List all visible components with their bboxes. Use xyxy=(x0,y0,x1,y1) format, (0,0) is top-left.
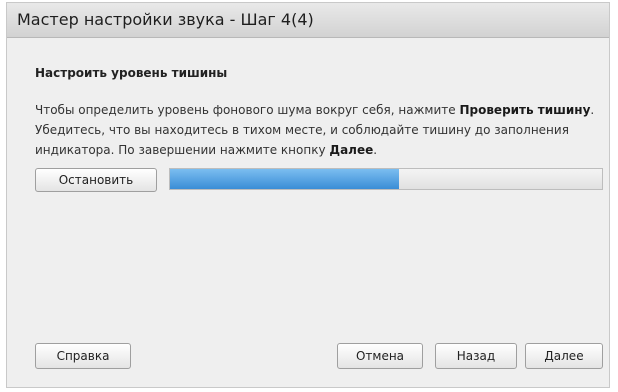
next-button[interactable]: Далее xyxy=(525,343,603,369)
sound-setup-dialog: Мастер настройки звука - Шаг 4(4) Настро… xyxy=(6,2,610,388)
instructions-part-1: Чтобы определить уровень фонового шума в… xyxy=(35,103,460,117)
back-button[interactable]: Назад xyxy=(435,343,517,369)
progress-fill xyxy=(170,169,399,189)
stop-button[interactable]: Остановить xyxy=(35,168,157,192)
cancel-button[interactable]: Отмена xyxy=(337,343,423,369)
window-title: Мастер настройки звука - Шаг 4(4) xyxy=(7,3,609,38)
silence-level-progress-bar xyxy=(169,168,603,190)
dialog-content: Настроить уровень тишины Чтобы определит… xyxy=(7,38,609,387)
instructions-text: Чтобы определить уровень фонового шума в… xyxy=(35,100,605,160)
instructions-bold-check-silence: Проверить тишину xyxy=(459,103,591,117)
help-button[interactable]: Справка xyxy=(35,343,131,369)
instructions-bold-next: Далее xyxy=(329,143,374,157)
section-heading: Настроить уровень тишины xyxy=(35,66,228,80)
instructions-part-3: . xyxy=(373,143,378,157)
